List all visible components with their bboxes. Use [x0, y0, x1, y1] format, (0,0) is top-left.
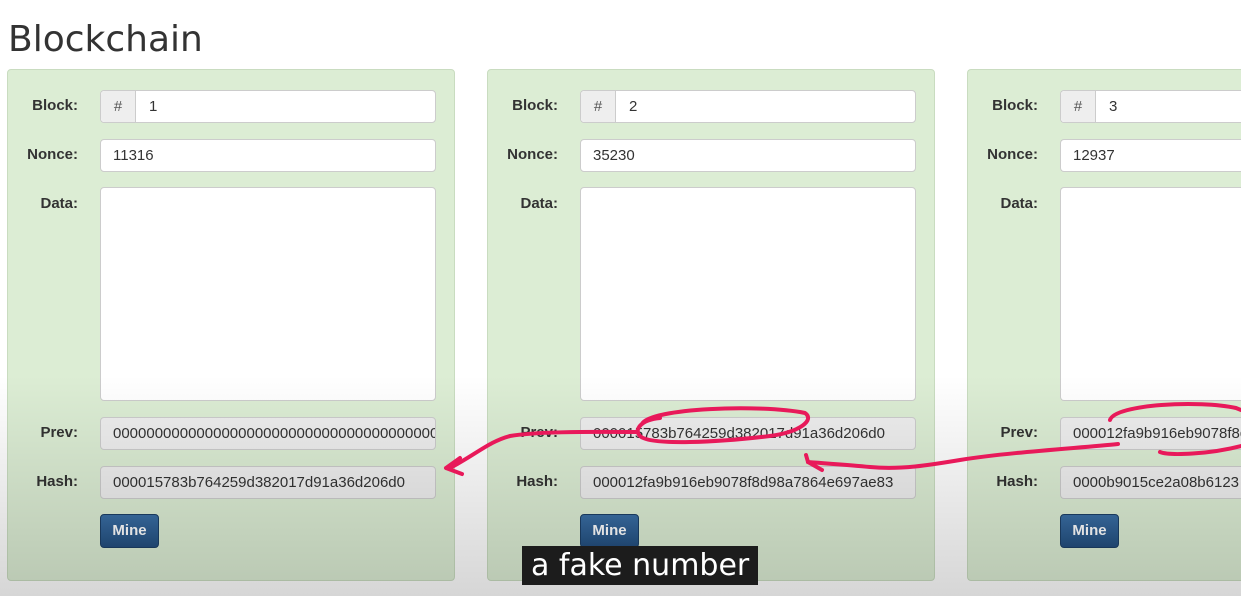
data-label: Data: — [40, 195, 78, 212]
block-number-value: 3 — [1109, 98, 1118, 115]
nonce-label: Nonce: — [507, 146, 558, 163]
prev-label: Prev: — [40, 424, 78, 441]
hash-addon: # — [581, 91, 616, 122]
block-card-2: Block: # 2 Nonce: 35230 Data: Prev: 0000… — [487, 69, 935, 581]
block-card-1: Block: # 1 Nonce: 11316 Data: Prev: 0000… — [7, 69, 455, 581]
data-textarea[interactable] — [100, 187, 436, 401]
hash-label: Hash: — [36, 473, 78, 490]
block-label: Block: — [992, 97, 1038, 114]
prev-label: Prev: — [520, 424, 558, 441]
hash-label: Hash: — [996, 473, 1038, 490]
hash-label: Hash: — [516, 473, 558, 490]
nonce-label: Nonce: — [27, 146, 78, 163]
nonce-input[interactable]: 12937 — [1060, 139, 1241, 172]
prev-hash-field[interactable]: 000015783b764259d382017d91a36d206d0 — [580, 417, 916, 450]
mine-button[interactable]: Mine — [580, 514, 639, 548]
nonce-input[interactable]: 11316 — [100, 139, 436, 172]
mine-button[interactable]: Mine — [100, 514, 159, 548]
data-textarea[interactable] — [580, 187, 916, 401]
data-label: Data: — [1000, 195, 1038, 212]
block-number-value: 2 — [629, 98, 638, 115]
prev-hash-field[interactable]: 000012fa9b916eb9078f8d98a7864e697ae83 — [1060, 417, 1241, 450]
block-number-input[interactable]: # 2 — [580, 90, 916, 123]
page-title: Blockchain — [8, 19, 203, 60]
hash-addon: # — [1061, 91, 1096, 122]
subtitle-caption: a fake number — [522, 546, 759, 585]
block-label: Block: — [32, 97, 78, 114]
data-label: Data: — [520, 195, 558, 212]
block-number-input[interactable]: # 1 — [100, 90, 436, 123]
prev-hash-field[interactable]: 0000000000000000000000000000000000000000… — [100, 417, 436, 450]
block-number-value: 1 — [149, 98, 158, 115]
block-number-input[interactable]: # 3 — [1060, 90, 1241, 123]
nonce-input[interactable]: 35230 — [580, 139, 916, 172]
hash-field[interactable]: 000012fa9b916eb9078f8d98a7864e697ae83 — [580, 466, 916, 499]
hash-field[interactable]: 000015783b764259d382017d91a36d206d0 — [100, 466, 436, 499]
block-card-3: Block: # 3 Nonce: 12937 Data: Prev: 0000… — [967, 69, 1241, 581]
hash-field[interactable]: 0000b9015ce2a08b6123 — [1060, 466, 1241, 499]
prev-label: Prev: — [1000, 424, 1038, 441]
block-label: Block: — [512, 97, 558, 114]
data-textarea[interactable] — [1060, 187, 1241, 401]
mine-button[interactable]: Mine — [1060, 514, 1119, 548]
hash-addon: # — [101, 91, 136, 122]
nonce-label: Nonce: — [987, 146, 1038, 163]
